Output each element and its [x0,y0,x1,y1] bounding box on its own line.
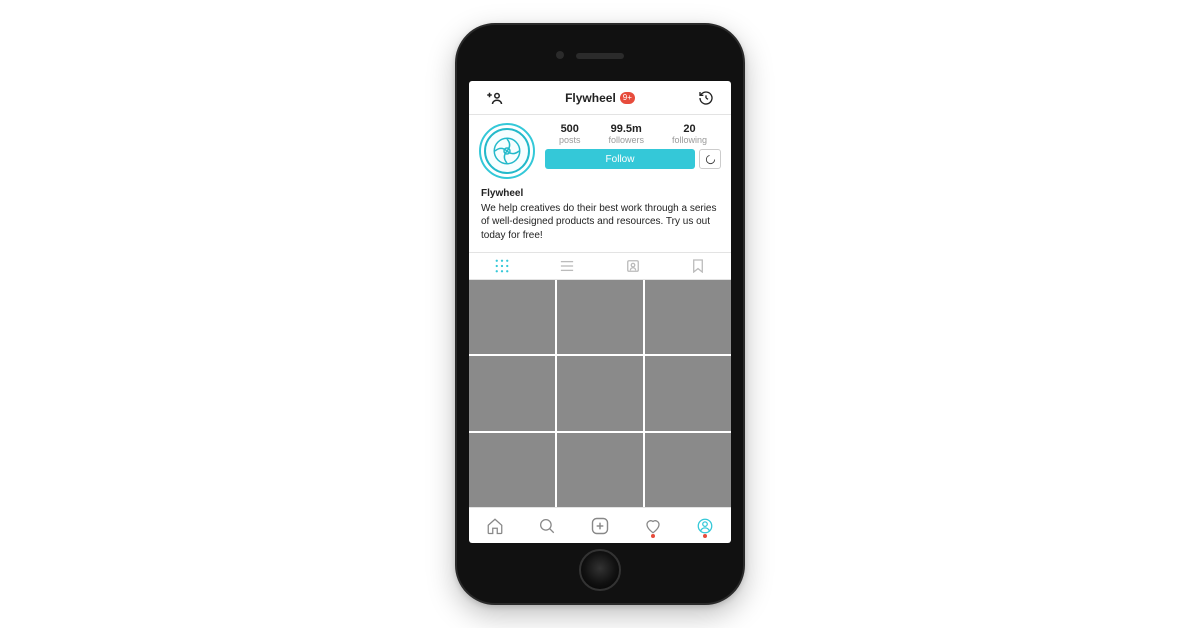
stat-followers-value: 99.5m [608,123,644,135]
tab-tagged[interactable] [600,253,666,279]
post-thumbnail[interactable] [469,356,555,430]
profile-header: 500 posts 99.5m followers 20 following F… [469,115,731,183]
search-icon [538,517,556,535]
stat-posts-label: posts [559,135,581,145]
home-icon [486,517,504,535]
stat-following-value: 20 [672,123,707,135]
nav-add[interactable] [590,516,610,536]
tab-list[interactable] [535,253,601,279]
add-post-icon [590,516,610,536]
add-friend-button[interactable] [479,91,509,105]
bio-text: We help creatives do their best work thr… [481,203,717,241]
post-thumbnail[interactable] [557,280,643,354]
stat-posts[interactable]: 500 posts [559,123,581,145]
bookmark-icon [692,259,704,273]
bottom-nav [469,507,731,543]
content-tabs [469,252,731,280]
tab-saved[interactable] [666,253,732,279]
home-button[interactable] [579,549,621,591]
post-thumbnail[interactable] [557,433,643,507]
follow-button[interactable]: Follow [545,149,695,169]
nav-activity[interactable] [644,517,662,535]
app-screen: Flywheel 9+ [469,81,731,543]
post-thumbnail[interactable] [469,280,555,354]
page-title: Flywheel [565,91,616,105]
top-bar: Flywheel 9+ [469,81,731,115]
bio-section: Flywheel We help creatives do their best… [469,183,731,252]
profile-icon [696,517,714,535]
nav-home[interactable] [486,517,504,535]
heart-icon [644,517,662,535]
stat-following-label: following [672,135,707,145]
suggested-button[interactable] [699,149,721,169]
post-thumbnail[interactable] [469,433,555,507]
bio-name: Flywheel [481,187,719,201]
phone-frame: Flywheel 9+ [455,23,745,605]
stat-posts-value: 500 [559,123,581,135]
flywheel-logo-icon [492,136,522,166]
tagged-icon [626,259,640,273]
speaker-grille [576,53,624,59]
post-thumbnail[interactable] [557,356,643,430]
stat-followers-label: followers [608,135,644,145]
loading-icon [705,154,716,165]
post-thumbnail[interactable] [645,433,731,507]
stat-followers[interactable]: 99.5m followers [608,123,644,145]
history-button[interactable] [691,90,721,106]
post-thumbnail[interactable] [645,356,731,430]
list-icon [560,259,574,273]
avatar[interactable] [479,123,535,179]
posts-grid [469,280,731,507]
notification-badge: 9+ [620,92,635,104]
stat-following[interactable]: 20 following [672,123,707,145]
tab-grid[interactable] [469,253,535,279]
nav-profile[interactable] [696,517,714,535]
nav-search[interactable] [538,517,556,535]
post-thumbnail[interactable] [645,280,731,354]
front-camera [556,51,564,59]
grid-icon [495,259,509,273]
